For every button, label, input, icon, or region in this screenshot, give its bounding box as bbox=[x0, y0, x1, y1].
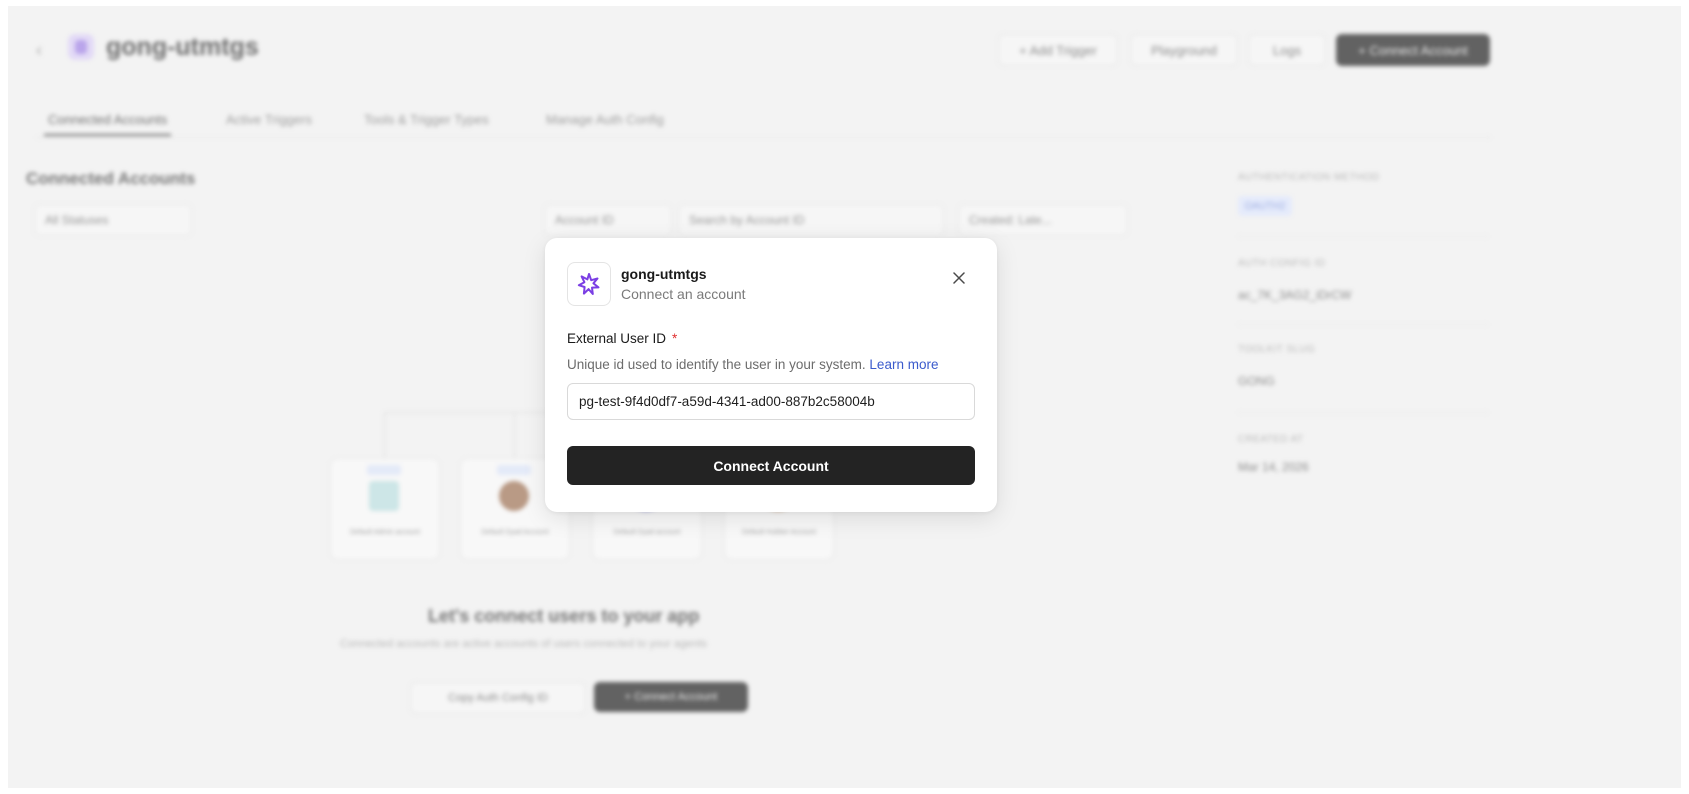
app-frame: ‹ gong-utmtgs + Add Trigger Playground L… bbox=[8, 6, 1681, 788]
external-user-id-input[interactable] bbox=[567, 383, 975, 420]
external-user-id-label: External User ID * bbox=[567, 331, 677, 346]
help-text: Unique id used to identify the user in y… bbox=[567, 357, 866, 372]
close-icon[interactable] bbox=[947, 266, 971, 290]
connect-account-modal: gong-utmtgs Connect an account External … bbox=[545, 238, 997, 512]
modal-subtitle: Connect an account bbox=[621, 286, 746, 302]
modal-title: gong-utmtgs bbox=[621, 266, 707, 282]
field-help-text: Unique id used to identify the user in y… bbox=[567, 357, 938, 372]
connect-account-button[interactable]: Connect Account bbox=[567, 446, 975, 485]
gong-logo-icon bbox=[567, 262, 611, 306]
required-marker: * bbox=[672, 331, 678, 346]
field-label-text: External User ID bbox=[567, 331, 667, 346]
learn-more-link[interactable]: Learn more bbox=[869, 357, 938, 372]
